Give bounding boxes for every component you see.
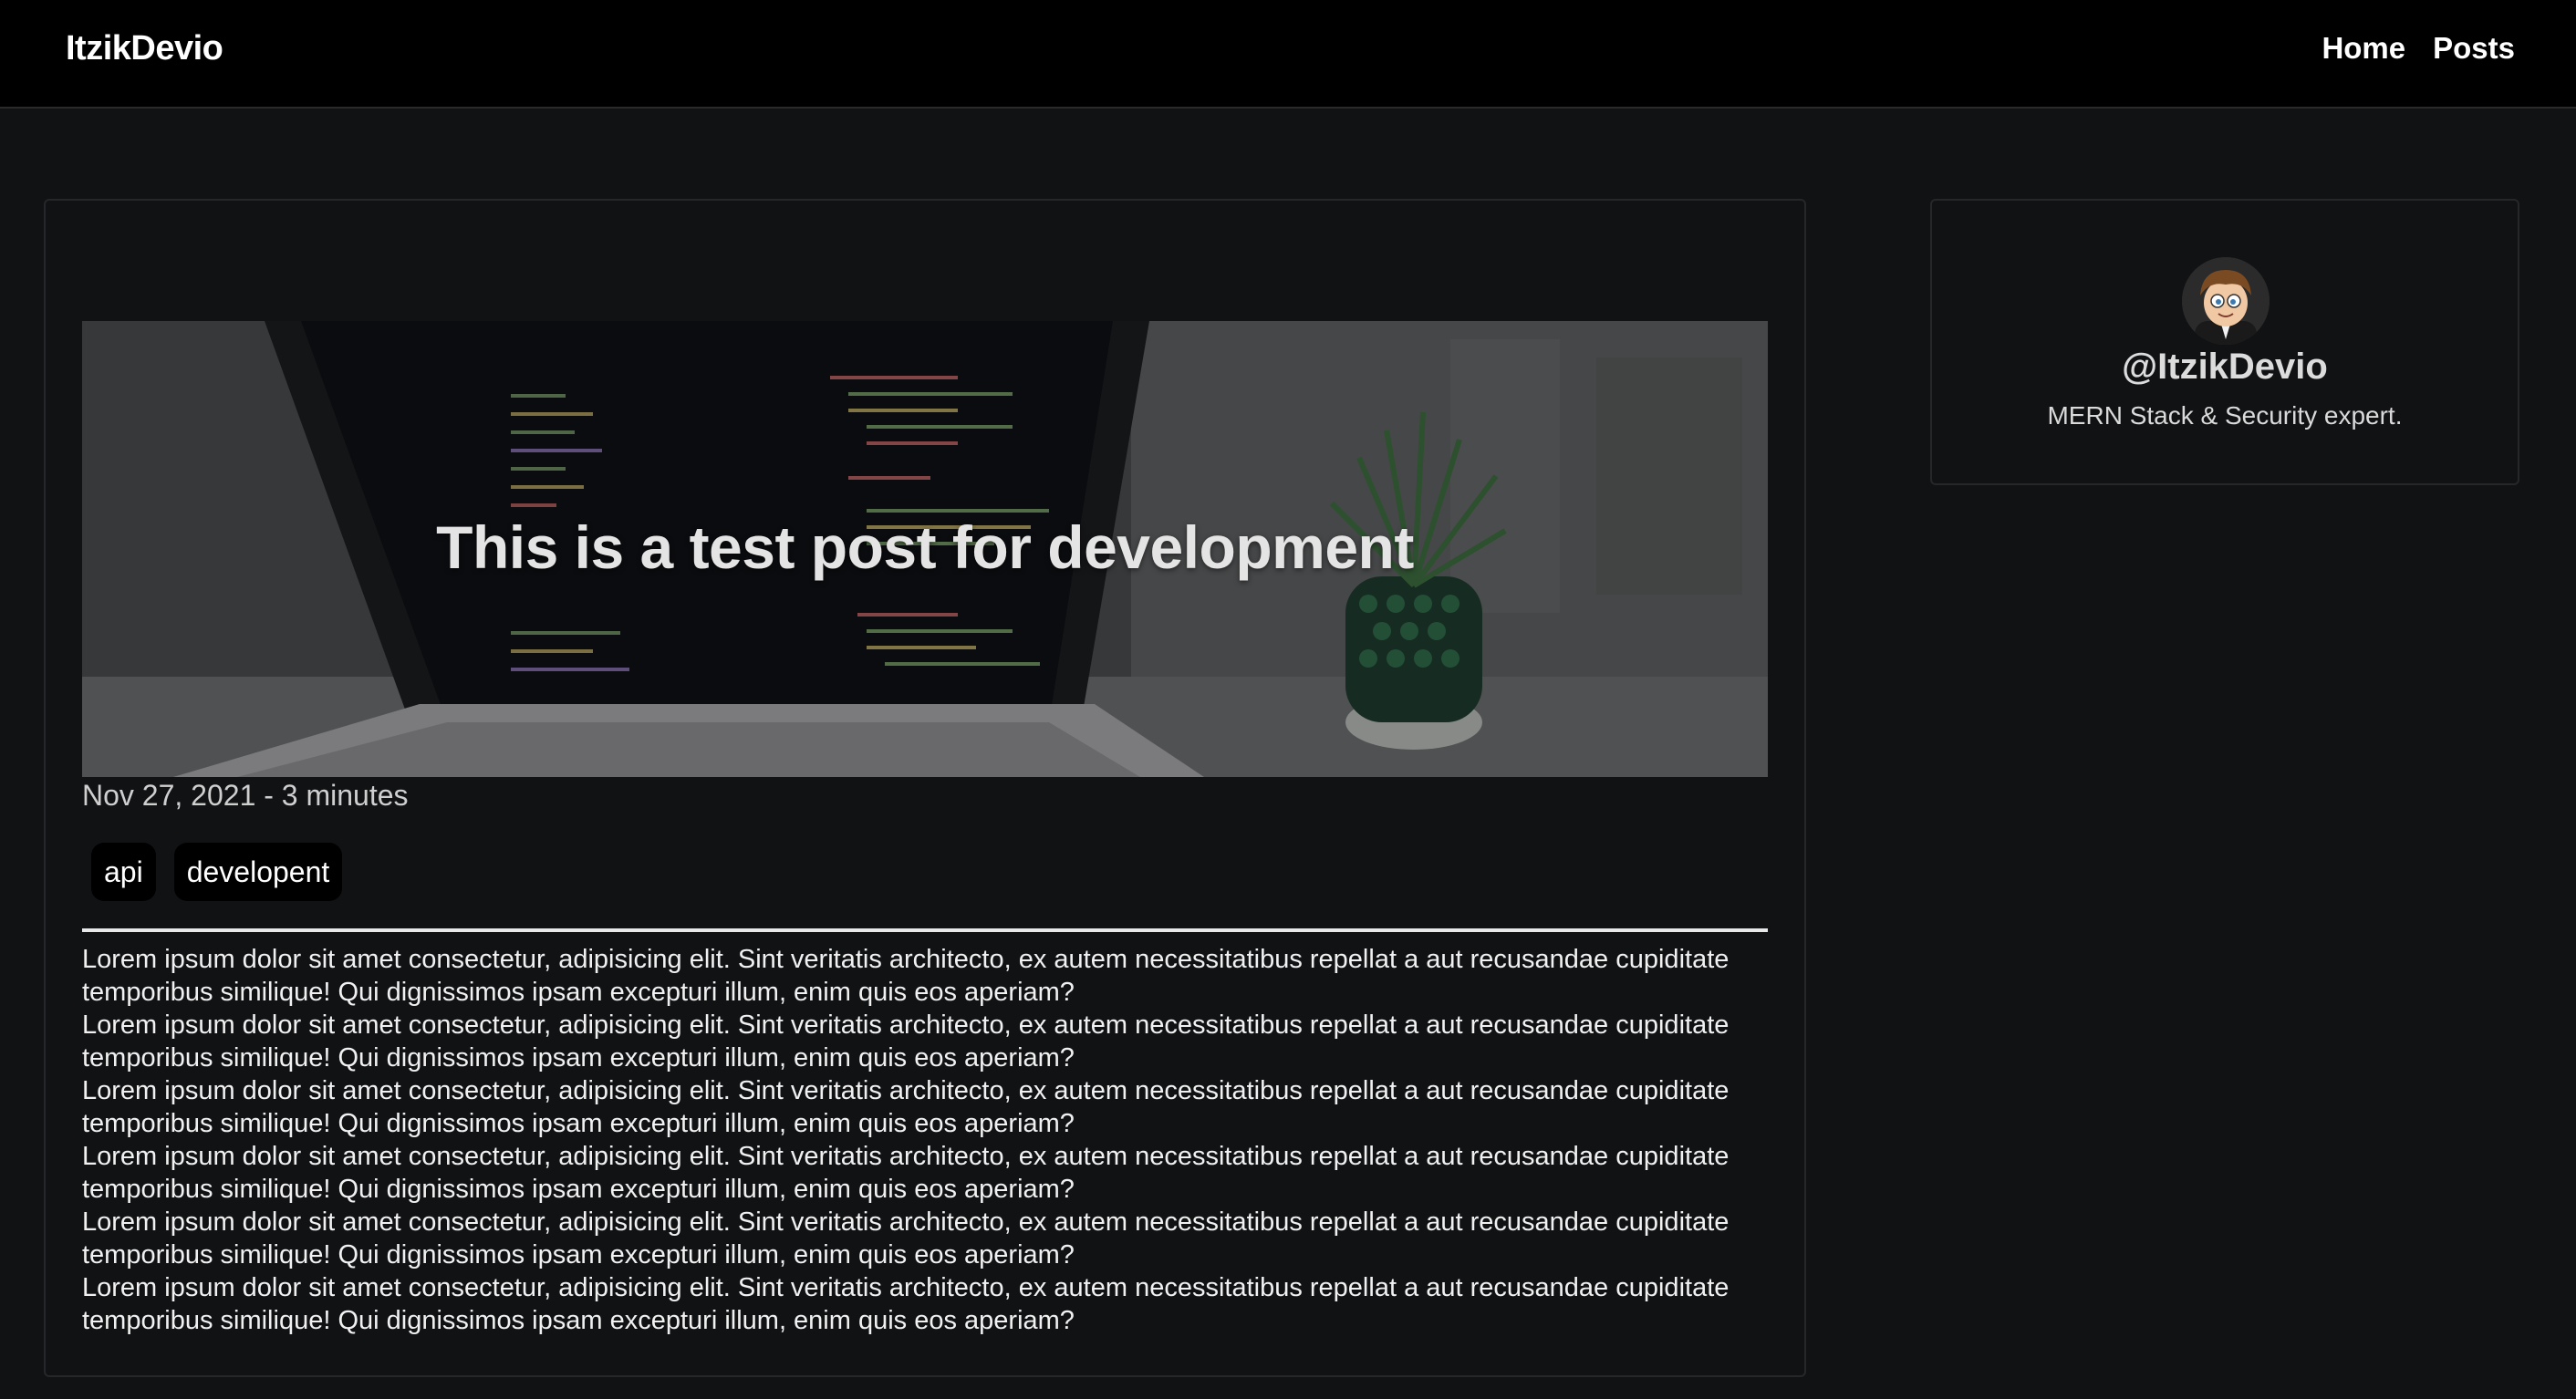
profile-card: @ItzikDevio MERN Stack & Security expert… [1930, 199, 2519, 485]
nav-link-posts[interactable]: Posts [2433, 31, 2515, 66]
post-hero-image: This is a test post for development [82, 321, 1768, 777]
post-paragraph: Lorem ipsum dolor sit amet consectetur, … [82, 1142, 1729, 1204]
post-paragraph: Lorem ipsum dolor sit amet consectetur, … [82, 945, 1729, 1007]
post-paragraph: Lorem ipsum dolor sit amet consectetur, … [82, 1010, 1729, 1073]
tag-developent[interactable]: developent [173, 843, 343, 901]
nav-links: Home Posts [2322, 31, 2515, 66]
post-paragraph: Lorem ipsum dolor sit amet consectetur, … [82, 1207, 1729, 1269]
avatar [2182, 257, 2270, 345]
post-card: This is a test post for development Nov … [44, 199, 1806, 1377]
nav-link-home[interactable]: Home [2322, 31, 2405, 66]
post-meta: Nov 27, 2021 - 3 minutes [82, 779, 409, 812]
post-paragraph: Lorem ipsum dolor sit amet consectetur, … [82, 1273, 1729, 1335]
tag-api[interactable]: api [91, 843, 156, 901]
profile-bio: MERN Stack & Security expert. [2047, 401, 2403, 430]
cartoon-avatar-icon [2182, 257, 2270, 345]
divider [82, 928, 1768, 932]
post-title: This is a test post for development [436, 513, 1414, 581]
post-paragraph: Lorem ipsum dolor sit amet consectetur, … [82, 1076, 1729, 1138]
brand-logo-link[interactable]: ItzikDevio [66, 29, 223, 68]
post-body: Lorem ipsum dolor sit amet consectetur, … [82, 943, 1768, 1337]
profile-handle: @ItzikDevio [2122, 347, 2328, 387]
post-tags: api developent [91, 843, 343, 901]
top-navbar: ItzikDevio Home Posts [0, 0, 2576, 109]
